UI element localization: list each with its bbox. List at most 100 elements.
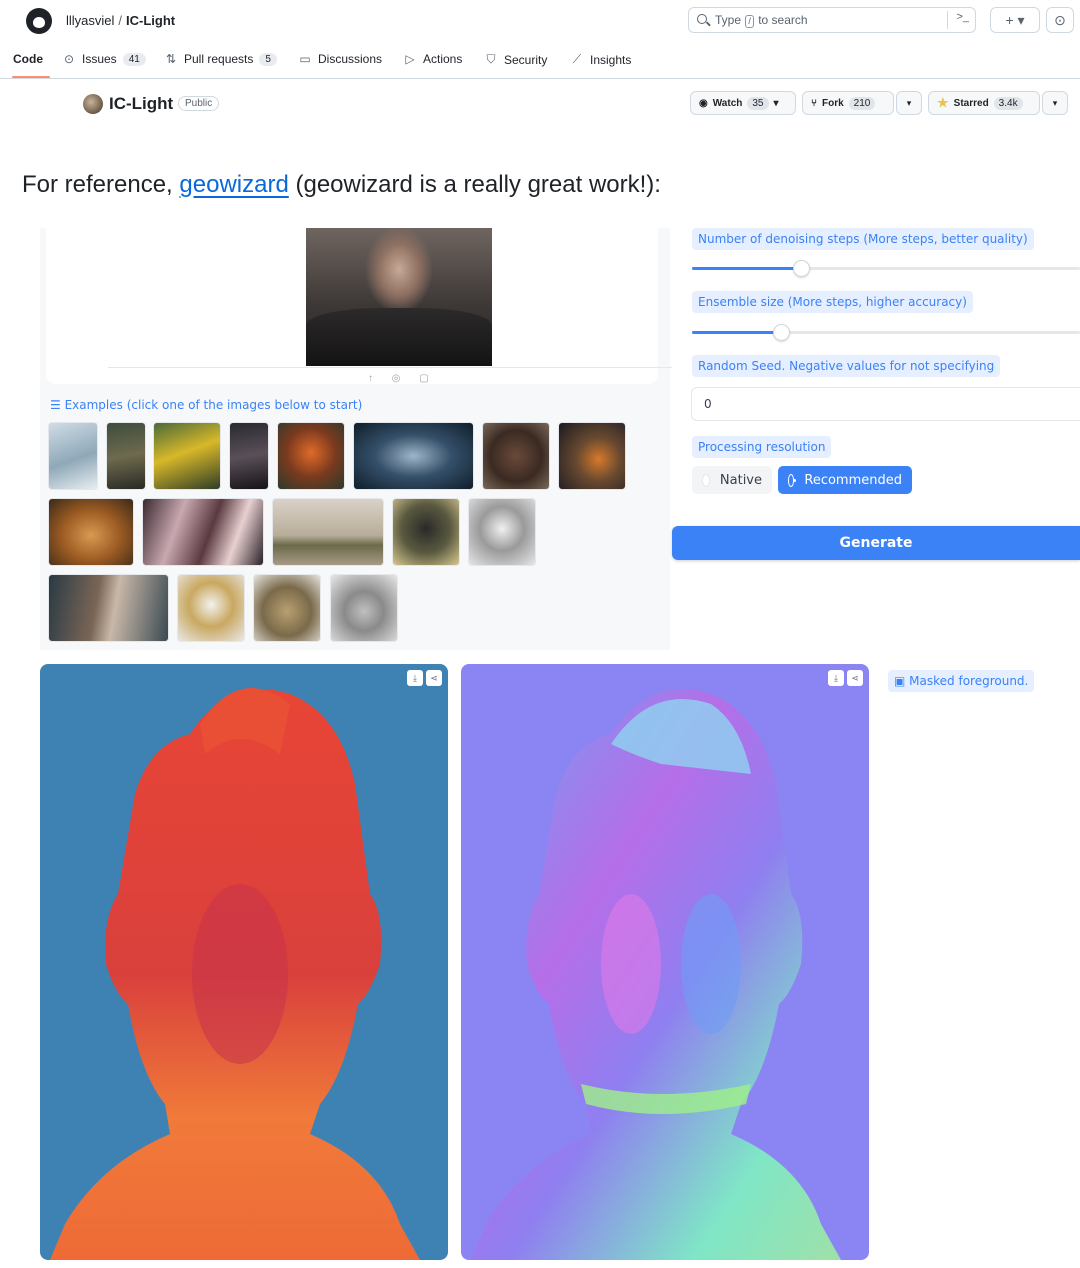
search-shortcut-key: / xyxy=(745,15,754,28)
watch-label: Watch xyxy=(712,97,743,109)
example-thumbnail-crystal-skull[interactable] xyxy=(468,498,536,566)
example-thumbnail-crab[interactable] xyxy=(177,574,245,642)
shield-icon: ⛉ xyxy=(486,52,496,66)
issues-count: 41 xyxy=(122,52,146,66)
ensemble-size-knob[interactable] xyxy=(773,324,790,341)
tab-insights[interactable]: ⟋ Insights xyxy=(570,52,632,67)
tab-issues-label: Issues xyxy=(82,52,117,66)
owner-link[interactable]: lllyasviel xyxy=(66,13,114,28)
random-seed-input[interactable]: 0 xyxy=(691,387,1080,421)
example-thumbnail-old-man[interactable] xyxy=(48,574,169,642)
pull-request-icon: ⇅ xyxy=(165,52,177,66)
example-thumbnail-fuzzy-creature[interactable] xyxy=(392,498,460,566)
star-button[interactable]: ★ Starred 3.4k xyxy=(928,91,1040,115)
tab-insights-label: Insights xyxy=(590,52,632,67)
tab-security[interactable]: ⛉ Security xyxy=(484,52,547,67)
radio-native[interactable]: Native xyxy=(692,466,772,494)
normal-image-toolbar: ⤓ ⋖ xyxy=(828,670,863,686)
random-seed-label: Random Seed. Negative values for not spe… xyxy=(692,355,1001,377)
masked-foreground-label: ▣ Masked foreground. xyxy=(888,670,1035,692)
graph-icon: ⟋ xyxy=(572,52,582,66)
input-toolbar[interactable]: ↑ ◎ ▢ xyxy=(368,373,437,384)
example-thumbnail-astronaut-dog[interactable] xyxy=(558,422,626,490)
ensemble-size-fill xyxy=(692,331,781,334)
ensemble-size-slider[interactable] xyxy=(692,324,1080,341)
github-header: lllyasviel / IC-Light Type / to search >_ … xyxy=(0,0,1080,40)
fork-button[interactable]: ⑂ Fork 210 xyxy=(802,91,894,115)
tab-security-label: Security xyxy=(504,52,548,67)
tab-pull-requests[interactable]: ⇅ Pull requests 5 xyxy=(164,52,277,66)
input-divider xyxy=(108,367,688,368)
fork-count: 210 xyxy=(848,96,876,110)
input-image-box[interactable]: ↑ ◎ ▢ xyxy=(46,228,688,384)
example-thumbnail-goblin[interactable] xyxy=(106,422,146,490)
normal-map-figure xyxy=(471,689,841,1260)
depth-map-figure xyxy=(50,688,420,1260)
star-count: 3.4k xyxy=(993,96,1023,110)
share-icon[interactable]: ⋖ xyxy=(847,670,863,686)
tab-actions-label: Actions xyxy=(423,52,463,66)
issue-icon: ⊙ xyxy=(63,52,75,66)
download-icon[interactable]: ⤓ xyxy=(828,670,844,686)
geowizard-link[interactable]: geowizard xyxy=(179,171,288,198)
tab-code[interactable]: Code xyxy=(13,52,43,66)
example-thumbnail-dark-figure[interactable] xyxy=(229,422,269,490)
masked-foreground-text: Masked foreground. xyxy=(909,674,1029,688)
search-icon xyxy=(697,14,707,24)
processing-resolution-label: Processing resolution xyxy=(692,436,832,458)
repo-link[interactable]: IC-Light xyxy=(126,13,175,28)
tab-issues[interactable]: ⊙ Issues 41 xyxy=(62,52,146,66)
example-thumbnail-fish-skeleton[interactable] xyxy=(330,574,398,642)
reference-suffix: (geowizard is a really great work!): xyxy=(288,171,661,198)
fork-dropdown-button[interactable]: ▾ xyxy=(896,91,922,115)
command-palette-icon[interactable]: >_ xyxy=(947,11,969,29)
example-thumbnail-treasure-chest[interactable] xyxy=(253,574,321,642)
fork-label: Fork xyxy=(822,97,844,109)
example-thumbnail-gorilla[interactable] xyxy=(482,422,550,490)
radio-native-label: Native xyxy=(719,472,762,488)
search-placeholder-before: Type xyxy=(715,13,742,27)
example-thumbnail-orange-creature[interactable] xyxy=(277,422,345,490)
ensemble-size-label: Ensemble size (More steps, higher accura… xyxy=(692,291,973,313)
chevron-down-icon: ▾ xyxy=(773,97,779,109)
issues-icon[interactable]: ⊙ xyxy=(1046,7,1074,33)
create-new-button[interactable]: + ▾ xyxy=(990,7,1040,33)
image-icon: ▣ xyxy=(894,674,906,688)
denoising-steps-slider[interactable] xyxy=(692,260,1080,277)
examples-label: ☰ Examples (click one of the images belo… xyxy=(50,398,363,412)
example-thumbnail-cat-raincoat[interactable] xyxy=(153,422,221,490)
avatar[interactable] xyxy=(83,94,103,114)
github-logo-icon[interactable] xyxy=(26,8,52,34)
generate-button[interactable]: Generate xyxy=(672,526,1080,560)
radio-recommended[interactable]: Recommended xyxy=(778,466,912,494)
star-icon: ★ xyxy=(937,95,949,110)
denoising-steps-knob[interactable] xyxy=(793,260,810,277)
eye-icon: ◉ xyxy=(699,97,708,109)
breadcrumb: lllyasviel / IC-Light xyxy=(66,13,175,28)
download-icon[interactable]: ⤓ xyxy=(407,670,423,686)
normal-map-output: ⤓ ⋖ xyxy=(461,664,869,1260)
repo-title[interactable]: IC-Light xyxy=(109,94,173,114)
input-portrait-image xyxy=(306,228,492,366)
star-dropdown-button[interactable]: ▾ xyxy=(1042,91,1068,115)
denoising-steps-fill xyxy=(692,267,801,270)
example-thumbnail-corpse-bride[interactable] xyxy=(353,422,474,490)
star-label: Starred xyxy=(953,97,989,109)
tab-actions[interactable]: ▷ Actions xyxy=(403,52,462,66)
share-icon[interactable]: ⋖ xyxy=(426,670,442,686)
example-thumbnail-parade[interactable] xyxy=(142,498,264,566)
watch-button[interactable]: ◉ Watch 35 ▾ xyxy=(690,91,796,115)
search-input[interactable]: Type / to search >_ xyxy=(688,7,976,33)
example-thumbnail-croissant[interactable] xyxy=(48,498,134,566)
discussion-icon: ▭ xyxy=(299,52,311,66)
fork-icon: ⑂ xyxy=(811,97,817,109)
example-thumbnail-living-room[interactable] xyxy=(272,498,384,566)
reference-prefix: For reference, xyxy=(22,171,180,198)
depth-image-toolbar: ⤓ ⋖ xyxy=(407,670,442,686)
example-thumbnail-cat-shirt[interactable] xyxy=(48,422,98,490)
tab-discussions-label: Discussions xyxy=(318,52,383,66)
radio-recommended-label: Recommended xyxy=(804,472,902,488)
breadcrumb-separator: / xyxy=(118,13,123,28)
tab-discussions[interactable]: ▭ Discussions xyxy=(298,52,382,66)
play-icon: ▷ xyxy=(405,52,415,66)
